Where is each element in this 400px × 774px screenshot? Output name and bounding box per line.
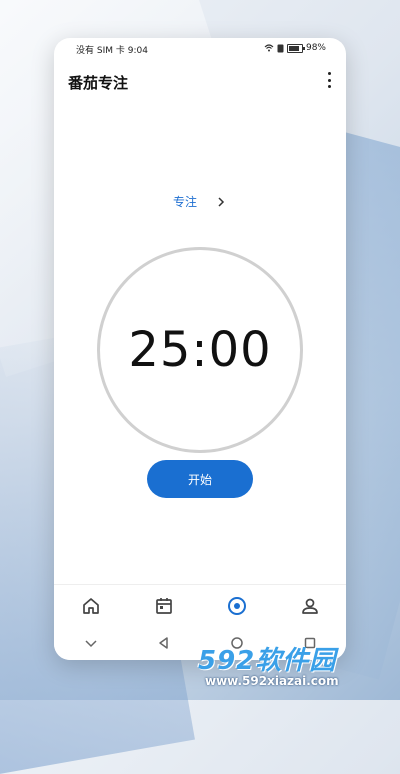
start-button[interactable]: 开始 [147, 460, 253, 498]
timer-icon [227, 597, 246, 615]
chevron-down-icon [84, 640, 97, 648]
page-title: 番茄专注 [68, 74, 129, 92]
back-button[interactable] [154, 633, 174, 653]
nav-home[interactable] [77, 592, 105, 620]
timer-ring: 25:00 [97, 247, 303, 453]
carrier-time: 没有 SIM 卡 9:04 [76, 46, 148, 56]
battery-level: 98% [305, 43, 326, 53]
status-icons: 98% [264, 43, 326, 53]
nav-timer[interactable] [223, 592, 251, 620]
battery-icon [286, 43, 305, 53]
status-bar: 没有 SIM 卡 9:04 98% [54, 38, 346, 58]
bottom-nav [54, 584, 346, 627]
nav-calendar[interactable] [150, 592, 178, 620]
mode-selector[interactable]: 专注 [54, 193, 346, 210]
phone-screen: 没有 SIM 卡 9:04 98% 番茄专注 专注 25:00 开始 [54, 38, 346, 660]
more-menu-icon[interactable] [324, 72, 334, 88]
watermark-logo: 592软件园 [198, 646, 337, 676]
home-icon [82, 598, 99, 614]
back-triangle-icon [158, 637, 168, 649]
timer-display: 25:00 [128, 322, 272, 378]
mode-label: 专注 [172, 195, 197, 209]
profile-icon [301, 598, 318, 614]
watermark-url: www.592xiazai.com [205, 674, 339, 688]
collapse-button[interactable] [81, 633, 101, 653]
sim-icon [277, 44, 284, 52]
calendar-icon [155, 598, 172, 614]
chevron-right-icon [218, 196, 225, 207]
wifi-icon [264, 44, 274, 52]
nav-profile[interactable] [296, 592, 324, 620]
